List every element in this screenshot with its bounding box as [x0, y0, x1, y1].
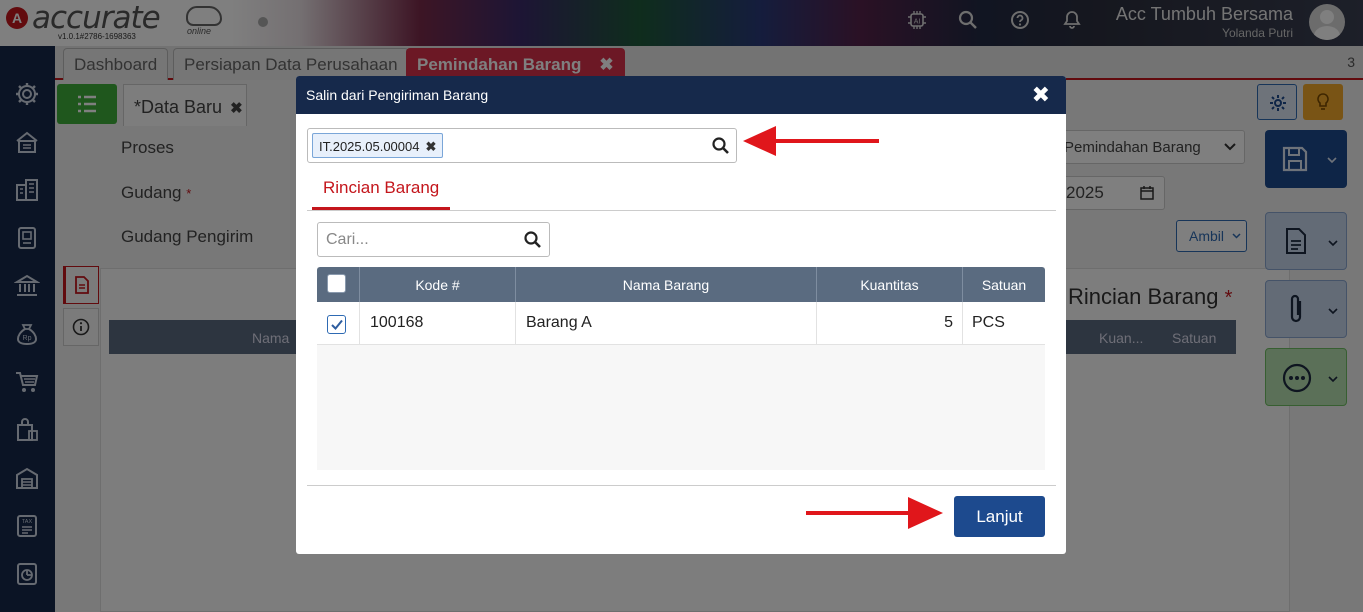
cell-satuan: PCS [962, 302, 1045, 345]
row-checkbox-cell [317, 302, 359, 345]
col-nama-barang[interactable]: Nama Barang [515, 267, 816, 302]
annotation-arrow-left-icon [743, 126, 879, 156]
select-all-checkbox[interactable] [327, 274, 346, 293]
row-checkbox[interactable] [327, 315, 346, 334]
cell-nama-barang: Barang A [515, 302, 816, 345]
copy-from-shipment-dialog: Salin dari Pengiriman Barang ✖ IT.2025.0… [296, 76, 1066, 554]
table-row[interactable]: 100168 Barang A 5 PCS [317, 302, 1045, 345]
source-chip-label: IT.2025.05.00004 [319, 139, 420, 154]
tab-divider [307, 210, 1056, 211]
search-icon[interactable] [711, 136, 731, 156]
search-box [317, 222, 550, 257]
dialog-header: Salin dari Pengiriman Barang ✖ [296, 76, 1066, 114]
col-satuan[interactable]: Satuan [962, 267, 1045, 302]
source-document-input[interactable]: IT.2025.05.00004 ✖ [307, 128, 737, 163]
search-icon[interactable] [523, 230, 543, 250]
tab-rincian-barang[interactable]: Rincian Barang [312, 178, 451, 210]
footer-divider [307, 485, 1056, 486]
col-kuantitas[interactable]: Kuantitas [816, 267, 962, 302]
col-kode[interactable]: Kode # [359, 267, 515, 302]
cell-kuantitas: 5 [816, 302, 962, 345]
items-grid: Kode # Nama Barang Kuantitas Satuan 1001… [317, 267, 1045, 470]
source-chip: IT.2025.05.00004 ✖ [312, 133, 444, 158]
checkmark-icon [331, 319, 343, 330]
close-icon[interactable]: ✖ [1032, 82, 1050, 108]
chip-remove-icon[interactable]: ✖ [425, 139, 436, 154]
header-checkbox-cell [317, 267, 359, 302]
grid-header: Kode # Nama Barang Kuantitas Satuan [317, 267, 1045, 302]
cell-kode: 100168 [359, 302, 515, 345]
lanjut-button[interactable]: Lanjut [954, 496, 1045, 537]
dialog-title: Salin dari Pengiriman Barang [306, 87, 489, 103]
annotation-arrow-right-icon [806, 497, 943, 529]
search-input[interactable] [318, 223, 518, 256]
